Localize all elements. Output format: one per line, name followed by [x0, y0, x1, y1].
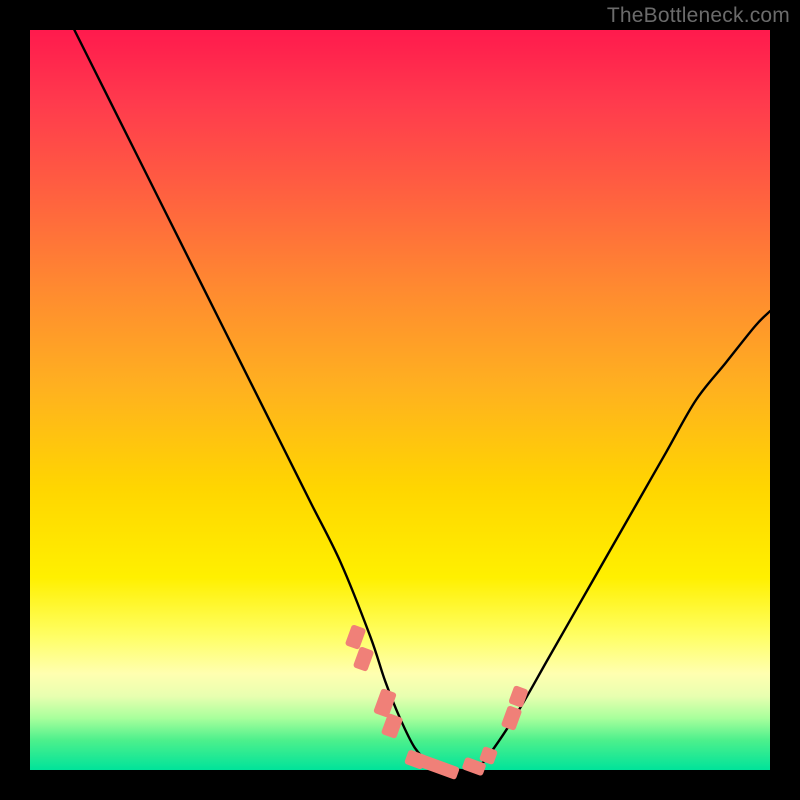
chart-frame: TheBottleneck.com — [0, 0, 800, 800]
plot-area — [30, 30, 770, 770]
watermark-text: TheBottleneck.com — [607, 4, 790, 28]
curve-svg — [30, 30, 770, 770]
bottleneck-curve — [74, 30, 770, 771]
